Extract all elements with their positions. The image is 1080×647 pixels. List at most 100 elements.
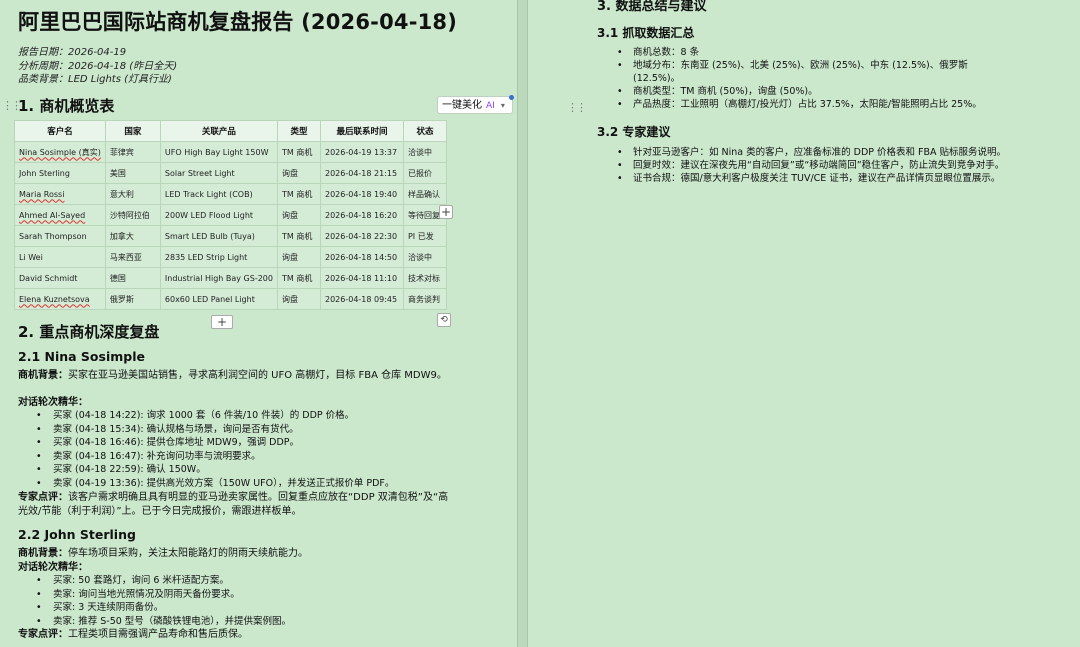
chevron-down-icon: ▾	[500, 101, 505, 110]
john-background: 商机背景：停车场项目采购，关注太阳能路灯的阴雨天续航能力。	[18, 548, 308, 559]
table-row: Ahmed Al-Sayed 沙特阿拉伯 200W LED Flood Ligh…	[14, 204, 447, 226]
cell-last-contact[interactable]: 2026-04-18 11:10	[319, 267, 404, 289]
table-refresh-icon[interactable]: ⟲	[437, 313, 451, 327]
cell-country[interactable]: 菲律宾	[104, 141, 161, 163]
beautify-label: 一键美化	[442, 100, 482, 111]
list-item: 卖家: 推荐 S-50 型号（磷酸铁锂电池），并提供案例图。	[18, 615, 291, 629]
cell-customer[interactable]: Li Wei	[14, 246, 106, 268]
table-row: Maria Rossi 意大利 LED Track Light (COB) TM…	[14, 183, 447, 205]
cell-status[interactable]: 洽谈中	[402, 246, 447, 268]
drag-handle-icon[interactable]: ⋮⋮	[2, 99, 22, 113]
beautify-button[interactable]: 一键美化 AI ▾	[437, 95, 514, 114]
cell-product[interactable]: LED Track Light (COB)	[159, 183, 278, 205]
cell-product[interactable]: Solar Street Light	[159, 162, 278, 184]
list-item: 回复时效：建议在深夜先用“自动回复”或“移动端简回”稳住客户，防止流失到竞争对手…	[597, 159, 1017, 172]
advice-heading: 3.2 专家建议	[597, 125, 671, 139]
list-item: 地域分布：东南亚 (25%)、北美 (25%)、欧洲 (25%)、中东 (12.…	[597, 59, 1017, 85]
cell-type[interactable]: TM 商机	[276, 267, 321, 289]
cell-product[interactable]: 2835 LED Strip Light	[159, 246, 278, 268]
cell-last-contact[interactable]: 2026-04-18 14:50	[319, 246, 404, 268]
cell-last-contact[interactable]: 2026-04-18 16:20	[319, 204, 404, 226]
list-item: 卖家 (04-18 15:34): 确认规格与场景，询问是否有货代。	[18, 423, 394, 437]
cell-type[interactable]: TM 商机	[276, 225, 321, 247]
cell-country[interactable]: 德国	[104, 267, 161, 289]
cell-status[interactable]: 洽谈中	[402, 141, 447, 163]
advice-list: 针对亚马逊客户：如 Nina 类的客户，应准备标准的 DDP 价格表和 FBA …	[597, 146, 1017, 185]
cell-last-contact[interactable]: 2026-04-19 13:37	[319, 141, 404, 163]
deals-overview-table: 客户名 国家 关联产品 类型 最后联系时间 状态 Nina Sosimple (…	[14, 120, 447, 310]
cell-last-contact[interactable]: 2026-04-18 09:45	[319, 288, 404, 310]
ai-icon: AI	[486, 101, 495, 111]
cell-customer[interactable]: David Schmidt	[14, 267, 106, 289]
cell-type[interactable]: 询盘	[276, 288, 321, 310]
cell-status[interactable]: 技术对标	[402, 267, 447, 289]
cell-status[interactable]: 已报价	[402, 162, 447, 184]
table-row: Li Wei 马来西亚 2835 LED Strip Light 询盘 2026…	[14, 246, 447, 268]
nina-heading: 2.1 Nina Sosimple	[18, 349, 145, 364]
cell-type[interactable]: 询盘	[276, 204, 321, 226]
section-1-heading: 1. 商机概览表	[18, 97, 115, 115]
list-item: 针对亚马逊客户：如 Nina 类的客户，应准备标准的 DDP 价格表和 FBA …	[597, 146, 1017, 159]
page-gutter	[517, 0, 528, 647]
cell-country[interactable]: 加拿大	[104, 225, 161, 247]
cell-type[interactable]: TM 商机	[276, 183, 321, 205]
category-background: 品类背景：LED Lights (灯具行业)	[18, 74, 172, 85]
list-item: 卖家 (04-18 16:47): 补充询问功率与流明要求。	[18, 450, 394, 464]
list-item: 证书合规：德国/意大利客户极度关注 TUV/CE 证书，建议在产品详情页显眼位置…	[597, 172, 1017, 185]
drag-handle-icon[interactable]: ⋮⋮	[567, 101, 587, 115]
cell-customer[interactable]: Maria Rossi	[14, 183, 106, 205]
cell-country[interactable]: 沙特阿拉伯	[104, 204, 161, 226]
section-2-heading: 2. 重点商机深度复盘	[18, 323, 160, 341]
column-header-status: 状态	[402, 120, 447, 142]
table-row: John Sterling 美国 Solar Street Light 询盘 2…	[14, 162, 447, 184]
column-header-product: 关联产品	[159, 120, 278, 142]
cell-customer[interactable]: Elena Kuznetsova	[14, 288, 106, 310]
list-item: 商机总数：8 条	[597, 46, 1017, 59]
table-row: Elena Kuznetsova 俄罗斯 60x60 LED Panel Lig…	[14, 288, 447, 310]
cell-product[interactable]: Industrial High Bay GS-200	[159, 267, 278, 289]
cell-country[interactable]: 俄罗斯	[104, 288, 161, 310]
cell-product[interactable]: 200W LED Flood Light	[159, 204, 278, 226]
cell-type[interactable]: 询盘	[276, 246, 321, 268]
nina-background: 商机背景：买家在亚马逊美国站销售，寻求高利润空间的 UFO 高棚灯，目标 FBA…	[18, 370, 447, 381]
cell-customer[interactable]: Nina Sosimple (真实)	[14, 141, 106, 163]
john-rounds-label: 对话轮次精华：	[18, 562, 88, 573]
add-column-button[interactable]: +	[439, 205, 453, 219]
list-item: 商机类型：TM 商机 (50%)，询盘 (50%)。	[597, 85, 1017, 98]
table-row: David Schmidt 德国 Industrial High Bay GS-…	[14, 267, 447, 289]
list-item: 卖家 (04-19 13:36): 提供高光效方案（150W UFO），并发送正…	[18, 477, 394, 491]
column-header-country: 国家	[104, 120, 161, 142]
column-header-type: 类型	[276, 120, 321, 142]
john-rounds-list: 买家: 50 套路灯，询问 6 米杆适配方案。 卖家: 询问当地光照情况及阴雨天…	[18, 574, 291, 628]
cell-product[interactable]: UFO High Bay Light 150W	[159, 141, 278, 163]
table-row: Sarah Thompson 加拿大 Smart LED Bulb (Tuya)…	[14, 225, 447, 247]
cell-type[interactable]: 询盘	[276, 162, 321, 184]
cell-status[interactable]: 样品确认	[402, 183, 447, 205]
table-row: Nina Sosimple (真实) 菲律宾 UFO High Bay Ligh…	[14, 141, 447, 163]
list-item: 产品热度：工业照明（高棚灯/投光灯）占比 37.5%，太阳能/智能照明占比 25…	[597, 98, 1017, 111]
cell-last-contact[interactable]: 2026-04-18 22:30	[319, 225, 404, 247]
section-3-heading: 3. 数据总结与建议	[597, 0, 707, 14]
cell-customer[interactable]: Ahmed Al-Sayed	[14, 204, 106, 226]
notification-dot	[509, 95, 514, 100]
cell-last-contact[interactable]: 2026-04-18 19:40	[319, 183, 404, 205]
nina-comment: 专家点评：该客户需求明确且具有明显的亚马逊卖家属性。回复重点应放在“DDP 双清…	[18, 492, 449, 517]
cell-country[interactable]: 美国	[104, 162, 161, 184]
column-header-last-contact: 最后联系时间	[319, 120, 404, 142]
table-header-row: 客户名 国家 关联产品 类型 最后联系时间 状态	[14, 120, 447, 142]
nina-rounds-label: 对话轮次精华：	[18, 397, 88, 408]
cell-customer[interactable]: Sarah Thompson	[14, 225, 106, 247]
cell-product[interactable]: Smart LED Bulb (Tuya)	[159, 225, 278, 247]
john-heading: 2.2 John Sterling	[18, 527, 136, 542]
cell-customer[interactable]: John Sterling	[14, 162, 106, 184]
cell-last-contact[interactable]: 2026-04-18 21:15	[319, 162, 404, 184]
add-row-button[interactable]: +	[211, 315, 233, 329]
cell-product[interactable]: 60x60 LED Panel Light	[159, 288, 278, 310]
cell-status[interactable]: PI 已发	[402, 225, 447, 247]
nina-rounds-list: 买家 (04-18 14:22): 询求 1000 套（6 件装/10 件装）的…	[18, 409, 394, 490]
cell-country[interactable]: 马来西亚	[104, 246, 161, 268]
cell-type[interactable]: TM 商机	[276, 141, 321, 163]
cell-country[interactable]: 意大利	[104, 183, 161, 205]
stats-list: 商机总数：8 条 地域分布：东南亚 (25%)、北美 (25%)、欧洲 (25%…	[597, 46, 1017, 111]
cell-status[interactable]: 商务谈判	[402, 288, 447, 310]
